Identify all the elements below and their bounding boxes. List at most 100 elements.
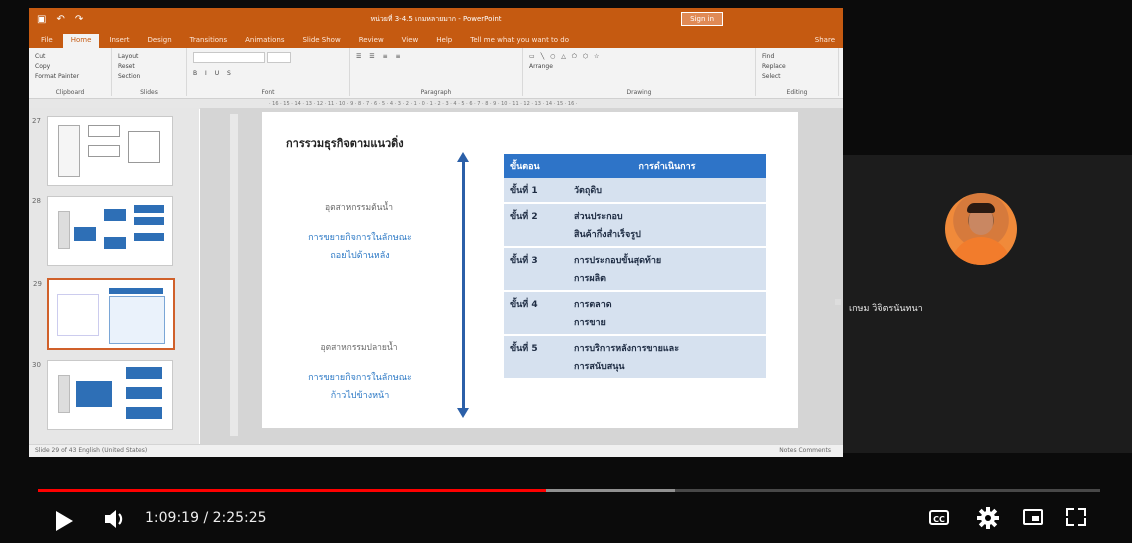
- paragraph-group: ☰ ☰ ≡ ≡ Paragraph: [350, 48, 523, 96]
- tab-view: View: [401, 36, 419, 44]
- table-row: ขั้นที่ 3 การประกอบขั้นสุดท้าย การผลิต: [504, 247, 766, 292]
- participant-name: เกษม วิจิตรนันทนา: [849, 304, 923, 314]
- shapes-gallery-icon: ▭ ╲ ○ △ ⬠ ⬡ ☆: [529, 53, 602, 60]
- miniplayer-button[interactable]: [1023, 509, 1043, 525]
- tab-slide-show: Slide Show: [302, 36, 341, 44]
- status-right: Notes Comments: [779, 447, 831, 454]
- slides-label: Slides: [140, 89, 158, 96]
- double-arrow-line: [462, 160, 465, 410]
- step-cell: ขั้นที่ 2: [504, 203, 568, 248]
- tab-home: Home: [62, 34, 100, 48]
- upstream-label: อุตสาหกรรมต้นน้ำ: [325, 203, 393, 213]
- arrow-down-icon: [457, 408, 469, 418]
- current-slide: การรวมธุรกิจตามแนวดิ่ง อุตสาหกรรมต้นน้ำ …: [262, 112, 798, 428]
- time-display: 1:09:19 / 2:25:25: [145, 510, 267, 526]
- tab-design: Design: [147, 36, 172, 44]
- tab-review: Review: [358, 36, 384, 44]
- copy-item: Copy: [35, 63, 51, 70]
- arrange-item: Arrange: [529, 63, 553, 70]
- status-left: Slide 29 of 43 English (United States): [35, 447, 148, 454]
- slide-thumbnails: 27 28 29 30: [29, 108, 199, 445]
- shared-screen: ▣ ↶ ↷ หน่วยที่ 3-4.5 เกมหลายมาก - PowerP…: [29, 8, 843, 457]
- paragraph-label: Paragraph: [420, 89, 452, 96]
- volume-button[interactable]: [102, 506, 128, 532]
- tab-animations: Animations: [245, 36, 285, 44]
- operation-line-2: สินค้ากึ่งสำเร็จรูป: [574, 230, 641, 240]
- thumbnail-27: 27: [32, 116, 173, 186]
- clipboard-group: Cut Copy Format Painter Clipboard: [29, 48, 112, 96]
- sign-in-button: Sign in: [681, 12, 723, 26]
- settings-button[interactable]: [976, 506, 1000, 530]
- operation-cell: การบริการหลังการขายและ การสนับสนุน: [568, 335, 766, 380]
- section-item: Section: [118, 73, 141, 80]
- table-header: ขั้นตอน การดำเนินการ: [504, 154, 766, 178]
- operation-line-2: การขาย: [574, 318, 606, 328]
- replace-item: Replace: [762, 63, 786, 70]
- editing-group: Find Replace Select Editing: [756, 48, 839, 96]
- header-step: ขั้นตอน: [504, 154, 568, 178]
- progress-played: [38, 489, 546, 492]
- thumbnail-28: 28: [32, 196, 173, 266]
- step-cell: ขั้นที่ 3: [504, 247, 568, 292]
- font-name-box: [193, 52, 265, 63]
- operation-line-1: การตลาด: [574, 300, 612, 310]
- downstream-label: อุตสาหกรรมปลายน้ำ: [320, 343, 398, 353]
- drawing-group: ▭ ╲ ○ △ ⬠ ⬡ ☆ Arrange Drawing: [523, 48, 756, 96]
- slides-group: Layout Reset Section Slides: [112, 48, 187, 96]
- select-item: Select: [762, 73, 781, 80]
- time-separator: /: [203, 510, 213, 526]
- slide-title: การรวมธุรกิจตามแนวดิ่ง: [286, 137, 404, 150]
- font-format-icons: B I U S: [193, 70, 234, 77]
- vertical-ruler: [230, 114, 238, 436]
- thumbnail-29-selected: 29: [33, 278, 175, 350]
- play-button[interactable]: [56, 511, 73, 531]
- table-row: ขั้นที่ 5 การบริการหลังการขายและ การสนับส…: [504, 335, 766, 380]
- ppt-title-bar: ▣ ↶ ↷ หน่วยที่ 3-4.5 เกมหลายมาก - PowerP…: [29, 8, 843, 30]
- share-button: Share: [814, 36, 835, 44]
- operation-cell: การตลาดการขาย: [568, 291, 766, 336]
- participant-tile: เกษม วิจิตรนันทนา: [835, 155, 1132, 453]
- subtitles-button[interactable]: CC: [929, 510, 949, 525]
- ribbon: Cut Copy Format Painter Clipboard Layout…: [29, 48, 843, 99]
- video-player[interactable]: ▣ ↶ ↷ หน่วยที่ 3-4.5 เกมหลายมาก - PowerP…: [0, 0, 1132, 543]
- downstream-desc-2: ก้าวไปข้างหน้า: [330, 391, 390, 401]
- operation-cell: ส่วนประกอบสินค้ากึ่งสำเร็จรูป: [568, 203, 766, 248]
- reset-item: Reset: [118, 63, 135, 70]
- slide-editor: การรวมธุรกิจตามแนวดิ่ง อุตสาหกรรมต้นน้ำ …: [200, 108, 843, 445]
- time-current: 1:09:19: [145, 510, 199, 526]
- downstream-desc-1: การขยายกิจการในลักษณะ: [308, 373, 412, 383]
- tell-me-box: Tell me what you want to do: [470, 36, 570, 44]
- progress-bar[interactable]: [38, 489, 1100, 492]
- thumbnail-30: 30: [32, 360, 173, 430]
- operation-cell: วัตถุดิบ: [568, 178, 766, 204]
- thumbnail-number: 30: [32, 361, 41, 369]
- paragraph-icons: ☰ ☰ ≡ ≡: [356, 53, 404, 60]
- clipboard-label: Clipboard: [55, 89, 85, 96]
- drawing-label: Drawing: [626, 89, 652, 96]
- participant-avatar: [945, 193, 1017, 265]
- operation-cell: การประกอบขั้นสุดท้าย การผลิต: [568, 247, 766, 292]
- step-cell: ขั้นที่ 1: [504, 178, 568, 204]
- find-item: Find: [762, 53, 775, 60]
- upstream-desc-2: ถอยไปด้านหลัง: [330, 251, 390, 261]
- tab-transitions: Transitions: [189, 36, 228, 44]
- table-row: ขั้นที่ 4 การตลาดการขาย: [504, 291, 766, 336]
- step-cell: ขั้นที่ 4: [504, 291, 568, 336]
- tab-file: File: [41, 36, 53, 44]
- gear-icon: [977, 507, 999, 529]
- ppt-status-bar: Slide 29 of 43 English (United States) N…: [29, 444, 843, 457]
- fullscreen-button[interactable]: [1066, 508, 1086, 526]
- thumbnail-number: 27: [32, 117, 41, 125]
- layout-item: Layout: [118, 53, 139, 60]
- font-size-box: [266, 52, 291, 63]
- header-operation: การดำเนินการ: [568, 154, 766, 178]
- tile-marker: [835, 299, 841, 305]
- operation-line-1: ส่วนประกอบ: [574, 212, 623, 222]
- table-row: ขั้นที่ 2 ส่วนประกอบสินค้ากึ่งสำเร็จรูป: [504, 203, 766, 248]
- operation-line-1: การบริการหลังการขายและ: [574, 344, 680, 354]
- operation-line-1: การประกอบขั้นสุดท้าย: [574, 256, 662, 266]
- upstream-desc-1: การขยายกิจการในลักษณะ: [308, 233, 412, 243]
- operation-line-1: วัตถุดิบ: [574, 186, 602, 196]
- player-controls: 1:09:19 / 2:25:25 CC: [0, 496, 1132, 543]
- ribbon-tabs: File Home Insert Design Transitions Anim…: [29, 30, 843, 48]
